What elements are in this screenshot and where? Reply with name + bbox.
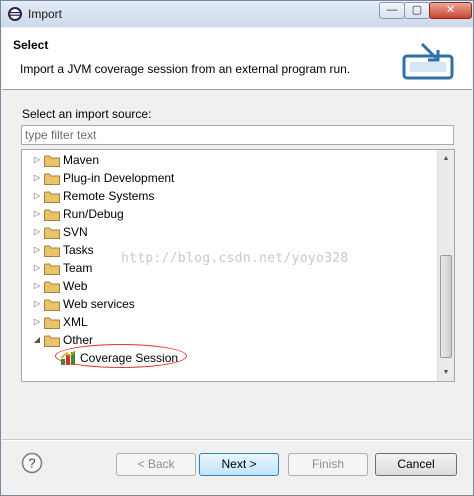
tree-item-label: SVN <box>63 225 88 239</box>
page-title: Select <box>13 38 49 52</box>
tree-item[interactable]: ▷ SVN <box>22 223 436 241</box>
back-button[interactable]: < Back <box>116 453 196 476</box>
tree-item-label: Team <box>63 261 93 275</box>
filter-input[interactable] <box>21 125 454 145</box>
folder-icon <box>44 208 60 221</box>
tree-item[interactable]: ▷ Team <box>22 259 436 277</box>
tree-item-label: Run/Debug <box>63 207 124 221</box>
close-button[interactable]: ✕ <box>429 2 472 19</box>
tree-item[interactable]: ▷ Tasks <box>22 241 436 259</box>
import-dialog: Import — ▢ ✕ Select Import a JVM coverag… <box>0 0 474 496</box>
minimize-button[interactable]: — <box>379 2 405 19</box>
tree-item-label: XML <box>63 315 88 329</box>
collapsed-arrow-icon[interactable]: ▷ <box>31 277 43 295</box>
folder-icon <box>44 226 60 239</box>
import-source-tree[interactable]: ▷ Maven ▷ Plug-in Development ▷ Remote System… <box>21 149 455 382</box>
tree-item[interactable]: ▷ Maven <box>22 151 436 169</box>
tree-scrollbar[interactable]: ▲ ▼ <box>437 150 454 381</box>
tree-item[interactable]: ▷ Remote Systems <box>22 187 436 205</box>
collapsed-arrow-icon[interactable]: ▷ <box>31 169 43 187</box>
import-source-label: Select an import source: <box>22 107 152 121</box>
scroll-thumb[interactable] <box>440 255 452 358</box>
finish-button[interactable]: Finish <box>288 453 368 476</box>
folder-icon <box>44 280 60 293</box>
folder-icon <box>44 334 60 347</box>
tree-item-label: Tasks <box>63 243 94 257</box>
scroll-up-icon[interactable]: ▲ <box>438 150 454 167</box>
collapsed-arrow-icon[interactable]: ▷ <box>31 313 43 331</box>
cancel-button[interactable]: Cancel <box>375 453 457 476</box>
collapsed-arrow-icon[interactable]: ▷ <box>31 205 43 223</box>
tree-item[interactable]: ▷ Web <box>22 277 436 295</box>
tree-item-label: Maven <box>63 153 100 167</box>
folder-icon <box>44 262 60 275</box>
collapsed-arrow-icon[interactable]: ▷ <box>31 223 43 241</box>
tree-item-label: Web services <box>63 297 135 311</box>
expanded-arrow-icon[interactable]: ◢ <box>31 331 43 349</box>
eclipse-icon <box>8 7 22 21</box>
footer-separator <box>2 439 472 441</box>
folder-icon <box>44 298 60 311</box>
tree-item-label: Web <box>63 279 88 293</box>
highlight-annotation <box>55 344 187 368</box>
collapsed-arrow-icon[interactable]: ▷ <box>31 259 43 277</box>
folder-icon <box>44 316 60 329</box>
folder-icon <box>44 190 60 203</box>
tree-item[interactable]: ▷ XML <box>22 313 436 331</box>
page-description: Import a JVM coverage session from an ex… <box>20 62 351 76</box>
tree-item[interactable]: ▷ Plug-in Development <box>22 169 436 187</box>
wizard-banner: Select Import a JVM coverage session fro… <box>2 28 472 90</box>
tree-item[interactable]: ▷ Web services <box>22 295 436 313</box>
collapsed-arrow-icon[interactable]: ▷ <box>31 151 43 169</box>
help-icon[interactable]: ? <box>21 452 43 474</box>
collapsed-arrow-icon[interactable]: ▷ <box>31 295 43 313</box>
title-bar[interactable]: Import — ▢ ✕ <box>1 1 473 27</box>
next-button[interactable]: Next > <box>199 453 279 476</box>
tree-item[interactable]: ▷ Run/Debug <box>22 205 436 223</box>
folder-icon <box>44 172 60 185</box>
scroll-down-icon[interactable]: ▼ <box>438 364 454 381</box>
folder-icon <box>44 244 60 257</box>
maximize-button[interactable]: ▢ <box>404 2 430 19</box>
import-wizard-icon <box>402 42 454 80</box>
help-glyph: ? <box>28 456 35 471</box>
window-title: Import <box>28 7 63 21</box>
tree-item-label: Remote Systems <box>63 189 155 203</box>
collapsed-arrow-icon[interactable]: ▷ <box>31 187 43 205</box>
collapsed-arrow-icon[interactable]: ▷ <box>31 241 43 259</box>
tree-item-label: Plug-in Development <box>63 171 175 185</box>
folder-icon <box>44 154 60 167</box>
